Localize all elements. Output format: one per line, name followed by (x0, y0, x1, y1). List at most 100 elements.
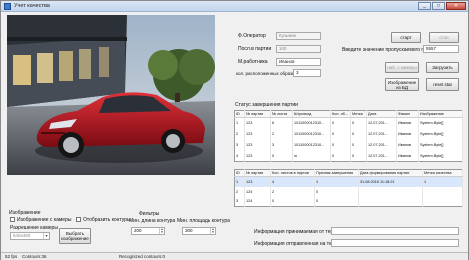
table-cell: 0 (330, 128, 351, 140)
table-row[interactable]: 2 124 2 0 (234, 186, 463, 197)
title-bar: Учет качества _ □ ✕ (1, 1, 468, 12)
table-cell: 0 (270, 196, 315, 207)
table-cell: 1 (314, 176, 359, 187)
batch-table: ID № партии № листа Штрихкод Кол. об... Метка… (234, 110, 463, 162)
app-window: Учет качества _ □ ✕ Ф.Оператор Кузьмин П… (0, 0, 469, 260)
column-header[interactable]: № партии (244, 110, 271, 118)
column-header[interactable]: Дата (366, 110, 397, 118)
table-row[interactable]: 1 123 6 1011000012310... 0 0 12.07.201... Ивано… (234, 117, 463, 129)
camera-image-checkbox-label: Изображение с камеры (17, 217, 72, 223)
table-cell (422, 196, 463, 207)
stop-button[interactable]: стоп (429, 32, 459, 43)
table-row[interactable]: 4 123 0 m 0 0 12.07.201... Иванов System.Byte[] (234, 150, 463, 162)
min-area-spinner[interactable]: 300 ▲ ▼ (182, 227, 216, 235)
column-header[interactable]: Признак завершения (314, 169, 359, 177)
spinner-arrows-icon[interactable]: ▲ ▼ (210, 228, 215, 234)
last-sheet-field[interactable]: 100 (276, 45, 321, 53)
column-header[interactable]: № партии (244, 169, 271, 177)
start-button[interactable]: старт (391, 32, 421, 43)
min-area-label: Мин. площадь контура (177, 218, 230, 224)
batch-log-table: ID № партии Кол. листов в партии Признак за… (234, 169, 463, 207)
spinner-arrows-icon[interactable]: ▲ ▼ (159, 228, 164, 234)
table-cell: 4 (234, 150, 245, 162)
table-cell: Иванов (396, 139, 419, 151)
column-header[interactable]: Кол. листов в партии (270, 169, 315, 177)
table-cell: 2 (234, 128, 245, 140)
maximize-button[interactable]: □ (432, 2, 445, 10)
column-header[interactable]: Кол. об... (330, 110, 351, 118)
table-cell: 2 (270, 186, 315, 197)
table-cell: System.Byte[] (418, 128, 463, 140)
column-header[interactable]: Штрихкод (292, 110, 331, 118)
show-contours-checkbox-label: Отобразить контуры (83, 217, 131, 223)
table-cell: 1011000012310... (292, 139, 331, 151)
operator-field[interactable]: Кузьмин (276, 32, 321, 40)
table-cell: 0 (350, 139, 367, 151)
window-title: Учет качества (14, 3, 50, 9)
operator-label: Ф.Оператор (238, 33, 266, 39)
show-contours-checkbox[interactable] (76, 217, 81, 222)
table-cell: 6 (270, 117, 293, 129)
table-cell: 12.07.201... (366, 139, 397, 151)
camera-image-checkbox[interactable] (10, 217, 15, 222)
close-button[interactable]: ✕ (446, 2, 466, 10)
minimize-button[interactable]: _ (418, 2, 431, 10)
table-cell: 12.07.201... (366, 150, 397, 162)
table-cell: 12.07.201... (366, 128, 397, 140)
table-cell: 1011000012310... (292, 117, 331, 129)
table-cell: 3 (270, 139, 293, 151)
load-button[interactable]: Загрузить (426, 62, 459, 73)
min-length-spinner[interactable]: 200 ▲ ▼ (131, 227, 165, 235)
terminal-sent-field[interactable] (331, 239, 459, 247)
table-cell (358, 186, 423, 197)
table-cell: Иванов (396, 128, 419, 140)
table-row[interactable]: 3 123 3 1011000012310... 0 0 12.07.201... Ивано… (234, 139, 463, 151)
resolution-select[interactable]: 640x480 ▾ (10, 232, 50, 240)
column-header[interactable]: Метка качества (422, 169, 463, 177)
table-cell: Иванов (396, 150, 419, 162)
table-cell: 31.08.2015 11:18:21 (358, 176, 423, 187)
table-cell: 2 (270, 128, 293, 140)
choose-image-button[interactable]: Выбрать изображение (59, 228, 91, 244)
table-cell: 2 (234, 186, 245, 197)
table-cell: 123 (244, 128, 271, 140)
column-header[interactable]: ID (234, 110, 245, 118)
table-cell: 3 (234, 196, 245, 207)
table-cell: 1 (234, 176, 245, 187)
table-cell: 123 (244, 150, 271, 162)
table-cell: 4 (270, 176, 315, 187)
chevron-down-icon: ▾ (43, 233, 49, 239)
column-header[interactable]: Метка (350, 110, 367, 118)
column-header[interactable]: Изображение (418, 110, 463, 118)
threshold-field[interactable]: 5557 (423, 45, 459, 53)
terminal-received-field[interactable] (331, 227, 459, 235)
table-cell: 0 (270, 150, 293, 162)
worker-field[interactable]: Иванов (276, 58, 321, 66)
samples-field[interactable]: 3 (293, 69, 321, 77)
table-cell: System.Byte[] (418, 117, 463, 129)
camera-preview (7, 15, 215, 175)
log-table-header: ID № партии Кол. листов в партии Признак за… (234, 169, 463, 177)
table-cell: 0 (314, 186, 359, 197)
table-row[interactable]: 2 123 2 1011000012310... 0 0 12.07.201... Ивано… (234, 128, 463, 140)
table-row[interactable]: 3 124 0 0 (234, 196, 463, 207)
table-cell: 124 (244, 196, 271, 207)
column-header[interactable]: Фамил (396, 110, 419, 118)
column-header[interactable]: Дата формирования партии (358, 169, 423, 177)
db-image-button[interactable]: Изображение из БД (385, 78, 419, 91)
recognized-status: Recognized contours:0 (119, 254, 166, 259)
table-cell: m (292, 150, 331, 162)
camera-button[interactable]: наб. с камеры (385, 62, 419, 73)
column-header[interactable]: ID (234, 169, 245, 177)
min-length-value: 200 (134, 228, 142, 233)
image-panel-title: Изображение (9, 210, 41, 216)
resolution-label: Разрешение камеры (10, 225, 58, 231)
table-cell (358, 196, 423, 207)
column-header[interactable]: № листа (270, 110, 293, 118)
batch-table-title: Статус завершения партии (235, 102, 298, 108)
contours-status: Contours:36 (22, 254, 47, 259)
table-row[interactable]: 1 123 4 1 31.08.2015 11:18:21 1 (234, 176, 463, 187)
reset-stat-button[interactable]: reset stat (426, 78, 459, 91)
min-area-value: 300 (185, 228, 193, 233)
table-cell: 123 (244, 117, 271, 129)
